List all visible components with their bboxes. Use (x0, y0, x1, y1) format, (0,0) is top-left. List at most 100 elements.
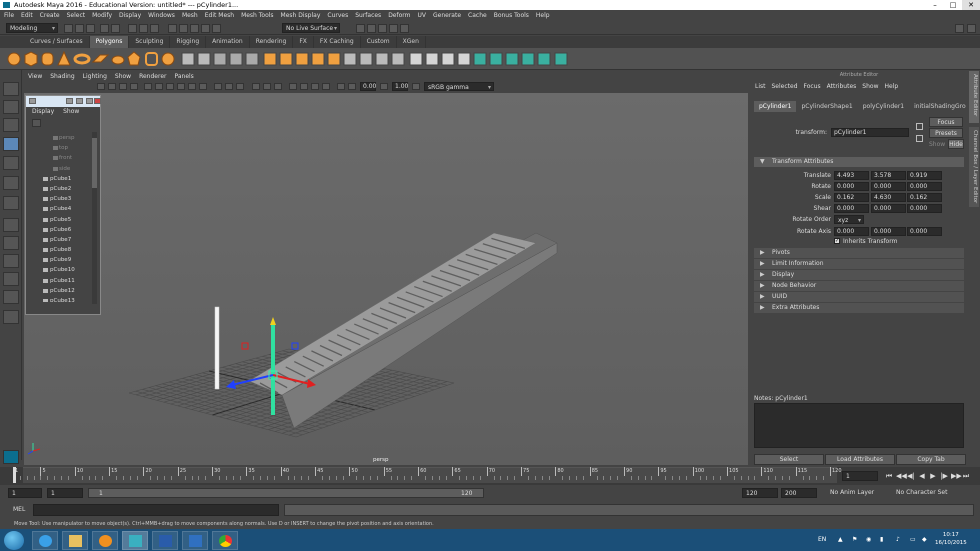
character-set-dropdown[interactable]: No Character Set (896, 489, 947, 496)
outliner-item[interactable]: pCube13 (31, 296, 93, 302)
playback-end-field[interactable]: 120 (742, 488, 778, 498)
command-input[interactable] (33, 504, 279, 516)
rotate-z-field[interactable]: 0.000 (907, 182, 942, 191)
camera-attributes-icon[interactable] (108, 83, 116, 90)
taskbar-explorer[interactable] (62, 531, 88, 550)
side-tab-channel-box[interactable]: Channel Box / Layer Editor (969, 127, 979, 207)
taskbar-ie[interactable] (32, 531, 58, 550)
translate-y-field[interactable]: 3.578 (871, 171, 906, 180)
tray-battery-icon[interactable]: ▭ (910, 536, 916, 543)
script-language-toggle[interactable]: MEL (13, 506, 25, 513)
lasso-tool-icon[interactable] (3, 100, 19, 114)
anim-layer-dropdown[interactable]: No Anim Layer (830, 489, 874, 496)
use-all-lights-icon[interactable] (263, 83, 271, 90)
outliner-help-icon[interactable] (66, 98, 73, 104)
ae-menu-list[interactable]: List (755, 83, 766, 90)
automatic-uv-icon[interactable] (425, 52, 439, 66)
taskbar-word-2[interactable] (182, 531, 208, 550)
start-button[interactable] (4, 531, 24, 550)
outliner-item[interactable]: pCube2 (31, 184, 93, 194)
planar-uv-icon[interactable] (409, 52, 423, 66)
outliner-minimize-icon[interactable] (76, 98, 83, 104)
section-display[interactable]: ▶ Display (754, 270, 964, 280)
show-button[interactable]: Show (929, 141, 945, 148)
step-forward-frame-button[interactable]: |▶ (940, 472, 948, 480)
shear-xz-field[interactable]: 0.000 (871, 204, 906, 213)
animation-end-field[interactable]: 200 (781, 488, 817, 498)
side-tab-attribute-editor[interactable]: Attribute Editor (969, 71, 979, 123)
clock[interactable]: 10:17 16/10/2015 (935, 531, 967, 547)
poly-cylinder-icon[interactable] (41, 52, 54, 66)
load-attributes-button[interactable]: Load Attributes (825, 454, 895, 465)
taskbar-media[interactable] (92, 531, 118, 550)
bridge-icon[interactable] (279, 52, 293, 66)
cleanup-icon[interactable] (554, 52, 568, 66)
language-indicator[interactable]: EN (818, 536, 826, 543)
outliner-item[interactable]: pCube10 (31, 265, 93, 275)
tray-flag-icon[interactable]: ⚑ (852, 536, 857, 543)
step-back-key-button[interactable]: ◀◀ (896, 472, 907, 480)
wireframe-icon[interactable] (214, 83, 222, 90)
panel-menu-view[interactable]: View (28, 72, 42, 81)
copy-tab-button[interactable]: Copy Tab (896, 454, 966, 465)
mirror-icon[interactable] (245, 52, 259, 66)
combine-icon[interactable] (181, 52, 195, 66)
last-tool-icon[interactable] (3, 196, 19, 210)
tray-arrow-icon[interactable]: ▲ (838, 536, 843, 543)
resolution-gate-icon[interactable] (166, 83, 174, 90)
boolean-icon[interactable] (229, 52, 243, 66)
poly-cone-icon[interactable] (57, 50, 71, 66)
layout-two-icon[interactable] (3, 254, 19, 268)
outliner-item[interactable]: pCube3 (31, 194, 93, 204)
layout-single-icon[interactable] (3, 218, 19, 232)
panel-menu-renderer[interactable]: Renderer (139, 72, 166, 81)
color-management-icon[interactable] (412, 83, 420, 90)
tray-app-icon[interactable]: ◉ (866, 536, 871, 543)
outliner-item[interactable]: pCube5 (31, 215, 93, 225)
cylinder-object[interactable] (214, 306, 220, 390)
ae-menu-help[interactable]: Help (884, 83, 898, 90)
animation-start-field[interactable]: 1 (8, 488, 42, 498)
outliner-item[interactable]: pCube11 (31, 276, 93, 286)
connect-icon[interactable] (375, 52, 389, 66)
outliner-item[interactable]: pCube8 (31, 245, 93, 255)
poly-torus-icon[interactable] (73, 53, 91, 65)
tray-security-icon[interactable]: ◆ (922, 536, 927, 543)
move-tool-icon[interactable] (3, 137, 19, 151)
outliner-camera[interactable]: persp (31, 133, 93, 143)
outliner-item[interactable]: pCube1 (31, 174, 93, 184)
poly-sphere-icon[interactable] (7, 52, 21, 66)
go-to-start-button[interactable]: ⏮ (885, 472, 893, 480)
extrude-icon[interactable] (263, 52, 277, 66)
xray-icon[interactable] (348, 83, 356, 90)
panel-menu-show[interactable]: Show (115, 72, 131, 81)
fill-hole-icon[interactable] (311, 52, 325, 66)
separate-icon[interactable] (197, 52, 211, 66)
presets-button[interactable]: Presets (929, 128, 963, 138)
poly-pipe-icon[interactable] (145, 52, 158, 66)
play-backwards-button[interactable]: ◀ (918, 472, 926, 480)
motion-blur-icon[interactable] (300, 83, 308, 90)
manipulator-yz-plane[interactable] (291, 342, 299, 350)
outliner-close-icon[interactable] (94, 98, 101, 104)
outliner-camera[interactable]: side (31, 164, 93, 174)
manipulator-xy-plane[interactable] (241, 342, 249, 350)
bevel-icon[interactable] (295, 52, 309, 66)
panel-menu-panels[interactable]: Panels (174, 72, 193, 81)
tray-network-icon[interactable]: ▮ (880, 536, 883, 543)
outliner-camera[interactable]: front (31, 153, 93, 163)
outliner-item[interactable]: pCube4 (31, 204, 93, 214)
poly-cube-icon[interactable] (24, 51, 38, 67)
panel-menu-lighting[interactable]: Lighting (83, 72, 107, 81)
focus-button[interactable]: Focus (929, 117, 963, 127)
range-slider[interactable]: 1 120 (88, 488, 484, 498)
outliner-menu-show[interactable]: Show (63, 107, 79, 117)
scale-tool-icon[interactable] (3, 176, 19, 190)
current-frame-field[interactable]: 1 (842, 471, 878, 481)
screen-space-ao-icon[interactable] (289, 83, 297, 90)
rotate-order-dropdown[interactable]: xyz (834, 215, 864, 225)
depth-of-field-icon[interactable] (322, 83, 330, 90)
section-pivots[interactable]: ▶ Pivots (754, 248, 964, 258)
append-polygon-icon[interactable] (327, 52, 341, 66)
grid-toggle-icon[interactable] (144, 83, 152, 90)
